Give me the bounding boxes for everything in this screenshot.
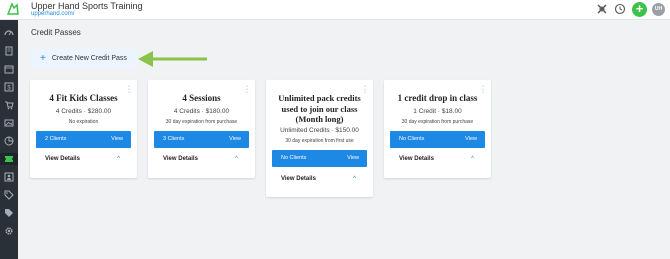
create-credit-pass-label: Create New Credit Pass: [51, 55, 127, 62]
top-bar: Upper Hand Sports Training upperhand.com…: [0, 0, 670, 20]
credit-pass-card: · · · Unlimited pack credits used to join …: [266, 80, 373, 197]
sidebar-item-payments[interactable]: $: [3, 81, 15, 93]
clients-count: 2 Clients: [45, 136, 67, 142]
ticket-icon: [5, 156, 13, 162]
clients-view-button[interactable]: No Clients View: [272, 150, 367, 167]
sidebar-item-contacts[interactable]: [3, 171, 15, 183]
sidebar-item-marketing[interactable]: [3, 117, 15, 129]
create-credit-pass-button[interactable]: + Create New Credit Pass: [31, 49, 137, 68]
calendar-icon: [4, 65, 14, 74]
card-expiry: 30 day expiration from purchase: [401, 119, 474, 125]
clients-count: No Clients: [399, 136, 425, 142]
chevron-up-icon[interactable]: ^: [353, 176, 356, 182]
sidebar-item-events[interactable]: [3, 45, 15, 57]
avatar[interactable]: UH: [652, 3, 665, 16]
settings-icon: [5, 227, 13, 235]
clients-view-button[interactable]: 2 Clients View: [36, 131, 131, 148]
chart-icon: [4, 136, 14, 146]
view-link[interactable]: View: [111, 136, 123, 142]
card-expiry: 30 day expiration from purchase: [165, 119, 238, 125]
gauge-icon: [4, 30, 14, 36]
dollar-icon: $: [4, 82, 14, 92]
chevron-up-icon[interactable]: ^: [471, 156, 474, 162]
card-credits: 4 Credits · $280.00: [55, 108, 112, 115]
book-icon: [5, 46, 13, 56]
contacts-icon: [4, 172, 14, 182]
credit-pass-card: · · · 1 credit drop in class 1 Credit · $1…: [384, 80, 491, 178]
credit-pass-card: · · · 4 Fit Kids Classes 4 Credits · $280.…: [30, 80, 137, 178]
card-title: Unlimited pack credits used to join our …: [278, 93, 361, 124]
sidebar: $: [0, 20, 18, 259]
view-details-toggle[interactable]: View Details: [163, 156, 198, 162]
clients-count: No Clients: [281, 155, 307, 161]
card-expiry: 30 day expiration from first use: [285, 138, 354, 144]
clients-view-button[interactable]: 3 Clients View: [154, 131, 249, 148]
sidebar-item-calendar[interactable]: [3, 63, 15, 75]
view-link[interactable]: View: [347, 155, 359, 161]
clients-view-button[interactable]: No Clients View: [390, 131, 485, 148]
clock-icon[interactable]: [614, 3, 626, 15]
image-icon: [4, 119, 14, 127]
sidebar-item-reports[interactable]: [3, 135, 15, 147]
view-link[interactable]: View: [465, 136, 477, 142]
upper-hand-logo-icon[interactable]: [6, 2, 20, 16]
business-url-link[interactable]: upperhand.com/: [31, 11, 74, 17]
page-title: Credit Passes: [31, 28, 81, 37]
card-expiry: No expiration: [68, 119, 99, 125]
sidebar-item-coupons[interactable]: [3, 207, 15, 219]
sidebar-item-retail[interactable]: [3, 99, 15, 111]
view-details-toggle[interactable]: View Details: [399, 156, 434, 162]
card-title: 1 credit drop in class: [397, 93, 478, 103]
card-credits: 4 Credits · $180.00: [173, 108, 230, 115]
sidebar-item-settings[interactable]: [3, 225, 15, 237]
view-link[interactable]: View: [229, 136, 241, 142]
cart-icon: [5, 101, 14, 110]
sidebar-item-dashboard[interactable]: [3, 27, 15, 39]
plus-icon: +: [40, 52, 46, 64]
credit-pass-card: · · · 4 Sessions 4 Credits · $180.00 30 da…: [148, 80, 255, 178]
sidebar-item-discounts[interactable]: [3, 189, 15, 201]
card-credits: Unlimited Credits · $150.00: [280, 127, 359, 134]
business-name: Upper Hand Sports Training: [31, 1, 143, 11]
tag-icon: [4, 190, 14, 200]
add-button[interactable]: +: [632, 2, 647, 17]
card-credits: 1 Credit · $18.00: [413, 108, 462, 115]
view-details-toggle[interactable]: View Details: [45, 156, 80, 162]
view-details-toggle[interactable]: View Details: [281, 176, 316, 182]
clients-count: 3 Clients: [163, 136, 185, 142]
chevron-up-icon[interactable]: ^: [117, 156, 120, 162]
pointer-arrow-icon: [138, 51, 207, 67]
chevron-up-icon[interactable]: ^: [235, 156, 238, 162]
card-title: 4 Fit Kids Classes: [49, 93, 118, 103]
crosshair-icon[interactable]: [596, 3, 608, 15]
sidebar-item-credit-passes[interactable]: [0, 153, 18, 165]
tags-icon: [5, 209, 13, 217]
card-title: 4 Sessions: [182, 93, 221, 103]
